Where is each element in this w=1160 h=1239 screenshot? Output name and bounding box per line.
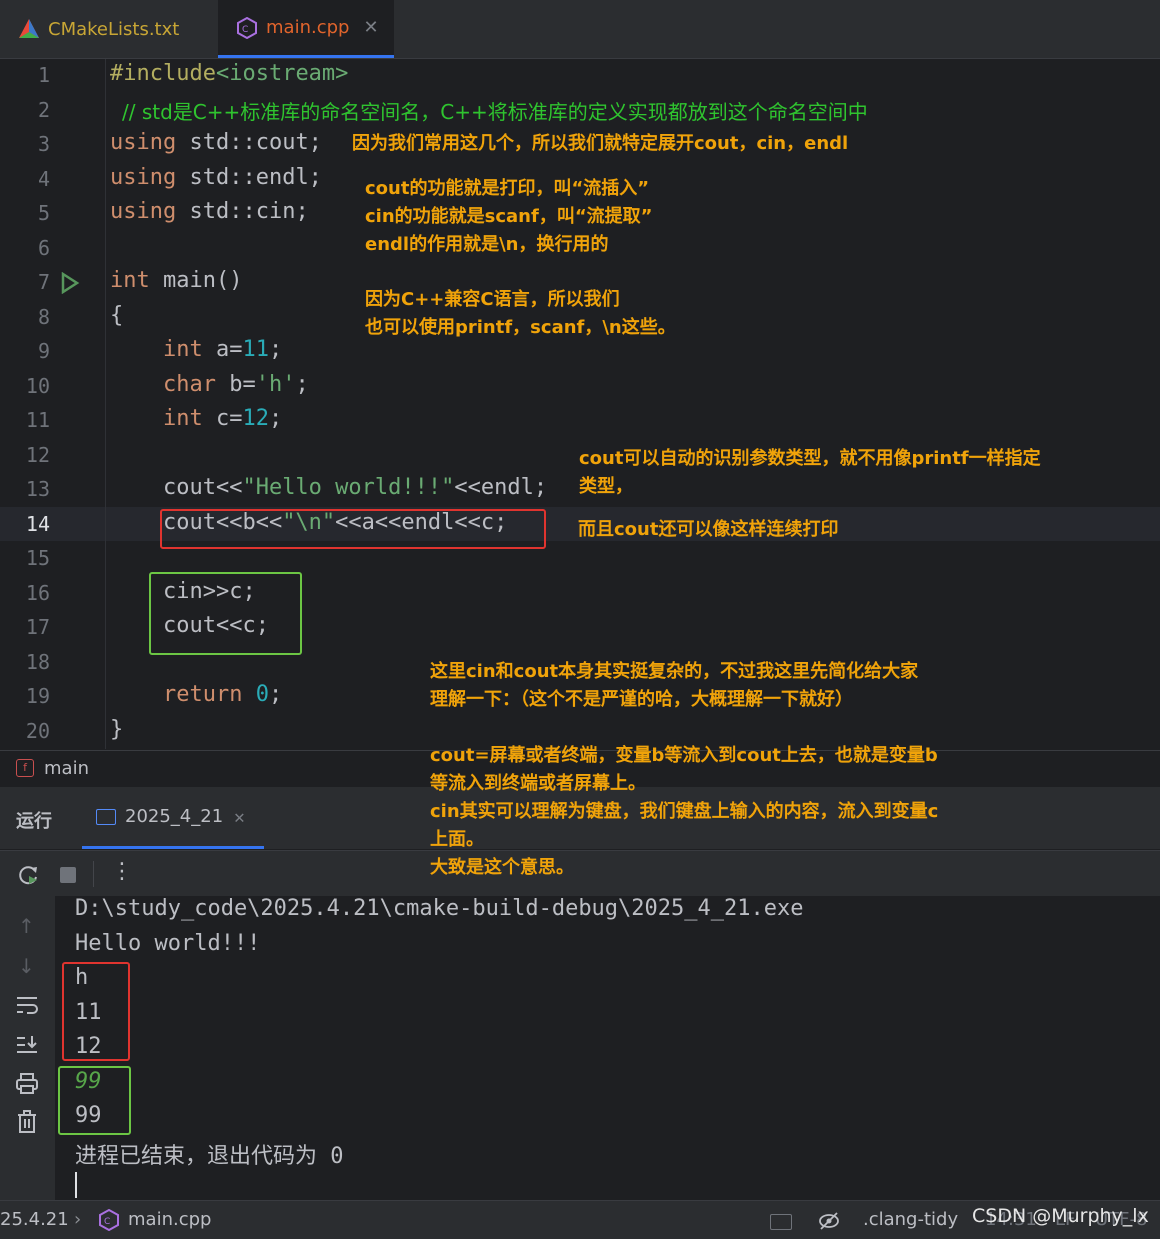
annotation-c-compat: 因为C++兼容C语言，所以我们 也可以使用printf，scanf，\n这些。 xyxy=(365,289,676,338)
code-line: int main() xyxy=(110,268,243,293)
status-file[interactable]: main.cpp xyxy=(128,1209,211,1230)
status-bar: 25.4.21 › C main.cpp .clang-tidy 14:31 L… xyxy=(0,1200,1160,1239)
tab-run-config[interactable]: 2025_4_21 ✕ xyxy=(82,787,264,849)
line-number: 5 xyxy=(37,201,50,225)
line-number: 18 xyxy=(25,650,50,674)
line-number: 17 xyxy=(25,615,50,639)
line-number: 19 xyxy=(25,684,50,708)
scroll-to-end-icon[interactable] xyxy=(15,1034,39,1056)
code-line: using std::cin; xyxy=(110,199,309,224)
line-number: 3 xyxy=(37,132,50,156)
code-line: char b='h'; xyxy=(162,372,309,397)
console-output[interactable]: D:\study_code\2025.4.21\cmake-build-debu… xyxy=(55,896,1160,1200)
gutter-divider xyxy=(105,59,106,749)
line-number: 16 xyxy=(25,581,50,605)
line-number: 12 xyxy=(25,443,50,467)
function-icon: f xyxy=(16,759,34,777)
code-line: { xyxy=(110,303,124,328)
run-gutter-icon[interactable] xyxy=(60,272,80,294)
code-line: int a=11; xyxy=(162,337,283,362)
line-number: 7 xyxy=(37,270,50,294)
annotation-continuous: 而且cout还可以像这样连续打印 xyxy=(578,519,839,540)
annotation-cout-cin-endl: cout的功能就是打印，叫“流插入” cin的功能就是scanf，叫“流提取” … xyxy=(365,178,653,255)
console-side-toolbar: ↑ ↓ xyxy=(0,896,55,1200)
breadcrumb-item[interactable]: main xyxy=(44,758,89,779)
line-number: 15 xyxy=(25,546,50,570)
red-highlight-box xyxy=(160,509,546,549)
green-highlight-box xyxy=(149,572,302,655)
console-icon xyxy=(96,809,116,825)
green-output-box xyxy=(58,1066,131,1135)
trash-icon[interactable] xyxy=(16,1110,38,1134)
console-line: D:\study_code\2025.4.21\cmake-build-debu… xyxy=(75,896,804,921)
close-icon[interactable]: ✕ xyxy=(234,807,245,828)
inspection-off-icon[interactable] xyxy=(818,1210,840,1232)
scroll-up-icon[interactable]: ↑ xyxy=(18,914,35,938)
code-line: using std::endl; xyxy=(110,165,322,190)
chevron-right-icon: › xyxy=(74,1209,82,1230)
print-icon[interactable] xyxy=(15,1072,39,1096)
code-line: } xyxy=(110,717,124,742)
cpp-file-icon: C xyxy=(237,16,257,39)
line-number: 11 xyxy=(25,408,50,432)
line-number: 2 xyxy=(37,98,50,122)
stop-icon[interactable] xyxy=(60,867,76,883)
editor-tab-bar: CMakeLists.txt C main.cpp ✕ xyxy=(0,0,1160,59)
code-line: cout<<"Hello world!!!"<<endl; xyxy=(110,475,548,500)
scroll-down-icon[interactable]: ↓ xyxy=(18,954,35,978)
code-comment: // std是C++标准库的命名空间名，C++将标准库的定义实现都放到这个命名空… xyxy=(122,100,868,124)
more-options-icon[interactable]: ⋮ xyxy=(111,859,133,884)
code-editor[interactable]: 1 2 3 4 5 6 7 8 9 10 11 12 13 14 15 16 1… xyxy=(0,59,1160,749)
toolbar-divider xyxy=(93,861,94,887)
annotation-cin-cout-explain: 这里cin和cout本身其实挺复杂的，不过我这里先简化给大家 理解一下：（这个不… xyxy=(430,661,939,878)
status-linter[interactable]: .clang-tidy xyxy=(863,1209,958,1230)
tab-label: main.cpp xyxy=(266,17,350,38)
line-number: 20 xyxy=(25,719,50,743)
annotation-auto-type: cout可以自动的识别参数类型，就不用像printf一样指定 类型， xyxy=(579,448,1041,497)
line-number: 6 xyxy=(37,236,50,260)
annotation-using: 因为我们常用这几个，所以我们就特定展开cout，cin，endl xyxy=(352,133,849,154)
watermark: CSDN @Murphy_lx xyxy=(972,1205,1149,1227)
svg-text:C: C xyxy=(242,25,248,35)
console-exit-message: 进程已结束，退出代码为 0 xyxy=(75,1144,344,1169)
run-config-label: 2025_4_21 xyxy=(125,806,224,827)
code-line: return 0; xyxy=(162,682,283,707)
svg-text:C: C xyxy=(104,1217,110,1227)
folder-icon[interactable] xyxy=(770,1214,792,1230)
tab-cmakelists[interactable]: CMakeLists.txt xyxy=(0,0,215,58)
code-line: using std::cout; xyxy=(110,130,322,155)
line-number: 9 xyxy=(37,339,50,363)
console-line: Hello world!!! xyxy=(75,931,261,956)
text-cursor xyxy=(75,1172,77,1198)
line-number: 1 xyxy=(37,63,50,87)
tab-label: CMakeLists.txt xyxy=(48,18,180,40)
code-line: #include<iostream> xyxy=(110,61,349,86)
cpp-file-icon: C xyxy=(99,1209,119,1231)
rerun-icon[interactable] xyxy=(16,863,40,887)
line-number: 13 xyxy=(25,477,50,501)
line-number: 8 xyxy=(37,305,50,329)
cmake-icon xyxy=(19,19,39,38)
tab-main-cpp[interactable]: C main.cpp ✕ xyxy=(218,0,394,58)
line-number: 10 xyxy=(25,374,50,398)
soft-wrap-icon[interactable] xyxy=(15,994,39,1016)
line-number: 4 xyxy=(37,167,50,191)
red-output-box xyxy=(62,962,130,1061)
run-panel-title: 运行 xyxy=(16,811,52,832)
line-number: 14 xyxy=(25,512,50,536)
code-line: int c=12; xyxy=(162,406,283,431)
status-project[interactable]: 25.4.21 xyxy=(0,1209,69,1230)
close-icon[interactable]: ✕ xyxy=(363,17,378,38)
